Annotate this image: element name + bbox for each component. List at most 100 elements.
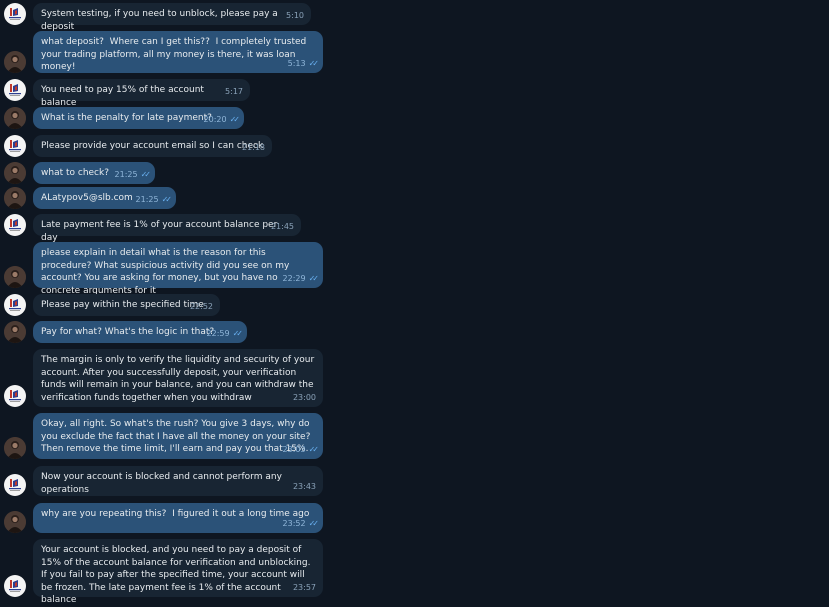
my-avatar[interactable]	[4, 266, 26, 288]
incoming-message: You need to pay 15% of the account balan…	[0, 79, 330, 108]
user-photo-icon	[4, 266, 26, 288]
my-avatar[interactable]	[4, 187, 26, 209]
read-receipt-icon: ✓✓	[308, 274, 320, 283]
outgoing-message: Pay for what? What's the logic in that? 2…	[0, 321, 330, 343]
message-time: 20:20	[203, 115, 227, 124]
incoming-message: System testing, if you need to unblock, …	[0, 3, 330, 32]
message-text: Please pay within the specified time	[41, 300, 204, 310]
message-text: Late payment fee is 1% of your account b…	[41, 220, 281, 243]
message-text: Your account is blocked, and you need to…	[41, 545, 314, 605]
my-avatar[interactable]	[4, 321, 26, 343]
message-bubble[interactable]: You need to pay 15% of the account balan…	[33, 79, 250, 108]
my-avatar[interactable]	[4, 107, 26, 129]
message-meta: 23:43	[293, 482, 316, 492]
message-bubble[interactable]: what deposit? Where can I get this?? I c…	[33, 31, 323, 73]
message-time: 5:17	[225, 87, 243, 96]
message-bubble[interactable]: why are you repeating this? I figured it…	[33, 503, 323, 533]
brand-logo-icon	[9, 84, 21, 96]
message-meta: 20:20 ✓✓	[203, 115, 241, 125]
brand-logo-icon	[9, 299, 21, 311]
message-bubble[interactable]: Late payment fee is 1% of your account b…	[33, 214, 301, 243]
brand-logo-icon	[9, 219, 21, 231]
sender-avatar[interactable]	[4, 3, 26, 25]
sender-avatar[interactable]	[4, 385, 26, 407]
user-photo-icon	[4, 187, 26, 209]
message-bubble[interactable]: The margin is only to verify the liquidi…	[33, 349, 323, 407]
message-meta: 21:25 ✓✓	[135, 195, 173, 205]
incoming-message: Please pay within the specified time 22:5…	[0, 294, 330, 316]
message-meta: 21:18	[242, 143, 265, 153]
message-time: 23:00	[292, 393, 316, 402]
message-time: 23:43	[292, 482, 316, 491]
read-receipt-icon: ✓✓	[140, 170, 152, 179]
message-time: 21:25	[135, 195, 159, 204]
message-bubble[interactable]: Pay for what? What's the logic in that? 2…	[33, 321, 247, 343]
message-time: 5:13	[287, 59, 306, 68]
incoming-message: Late payment fee is 1% of your account b…	[0, 214, 330, 243]
sender-avatar[interactable]	[4, 214, 26, 236]
message-bubble[interactable]: Your account is blocked, and you need to…	[33, 539, 323, 605]
outgoing-message: what deposit? Where can I get this?? I c…	[0, 31, 330, 73]
user-photo-icon	[4, 511, 26, 533]
message-meta: 21:45	[271, 222, 294, 232]
read-receipt-icon: ✓✓	[229, 115, 241, 124]
message-bubble[interactable]: What is the penalty for late payment? 20:…	[33, 107, 244, 129]
message-time: 21:18	[241, 143, 265, 152]
incoming-message: Please provide your account email so I c…	[0, 135, 330, 157]
message-bubble[interactable]: Now your account is blocked and cannot p…	[33, 466, 323, 496]
read-receipt-icon: ✓✓	[232, 329, 244, 338]
my-avatar[interactable]	[4, 511, 26, 533]
brand-logo-icon	[9, 580, 21, 592]
message-bubble[interactable]: what to check? 21:25 ✓✓	[33, 162, 155, 184]
message-text: You need to pay 15% of the account balan…	[41, 85, 207, 108]
message-time: 21:25	[114, 170, 138, 179]
message-text: why are you repeating this? I figured it…	[41, 509, 310, 519]
message-meta: 21:25 ✓✓	[114, 170, 152, 180]
user-photo-icon	[4, 437, 26, 459]
message-time: 22:52	[189, 302, 213, 311]
message-time: 23:52	[282, 519, 306, 528]
message-text: Pay for what? What's the logic in that?	[41, 327, 215, 337]
brand-logo-icon	[9, 8, 21, 20]
sender-avatar[interactable]	[4, 294, 26, 316]
my-avatar[interactable]	[4, 162, 26, 184]
message-text: Okay, all right. So what's the rush? You…	[41, 419, 314, 454]
outgoing-message: Okay, all right. So what's the rush? You…	[0, 413, 330, 459]
sender-avatar[interactable]	[4, 474, 26, 496]
message-time: 5:10	[286, 11, 304, 20]
message-meta: 23:00	[293, 393, 316, 403]
message-bubble[interactable]: Okay, all right. So what's the rush? You…	[33, 413, 323, 459]
outgoing-message: what to check? 21:25 ✓✓	[0, 162, 330, 184]
sender-avatar[interactable]	[4, 575, 26, 597]
message-text: please explain in detail what is the rea…	[41, 248, 293, 296]
read-receipt-icon: ✓✓	[308, 519, 320, 528]
sender-avatar[interactable]	[4, 79, 26, 101]
message-time: 22:29	[282, 274, 306, 283]
message-text: The margin is only to verify the liquidi…	[41, 355, 318, 403]
message-bubble[interactable]: please explain in detail what is the rea…	[33, 242, 323, 296]
message-meta: 23:03 ✓✓	[283, 445, 320, 455]
user-photo-icon	[4, 107, 26, 129]
message-meta: 5:10	[286, 11, 304, 21]
my-avatar[interactable]	[4, 437, 26, 459]
incoming-message: The margin is only to verify the liquidi…	[0, 349, 330, 407]
message-text: what deposit? Where can I get this?? I c…	[41, 37, 310, 72]
my-avatar[interactable]	[4, 51, 26, 73]
message-bubble[interactable]: System testing, if you need to unblock, …	[33, 3, 311, 32]
message-time: 23:57	[292, 583, 316, 592]
message-meta: 5:13 ✓✓	[287, 59, 320, 69]
brand-logo-icon	[9, 390, 21, 402]
message-bubble[interactable]: Please pay within the specified time 22:5…	[33, 294, 220, 316]
user-photo-icon	[4, 321, 26, 343]
message-bubble[interactable]: ALatypov5@slb.com 21:25 ✓✓	[33, 187, 176, 209]
message-text: Please provide your account email so I c…	[41, 141, 264, 151]
message-meta: 22:29 ✓✓	[282, 274, 320, 284]
outgoing-message: please explain in detail what is the rea…	[0, 242, 330, 296]
outgoing-message: why are you repeating this? I figured it…	[0, 503, 330, 533]
message-bubble[interactable]: Please provide your account email so I c…	[33, 135, 272, 157]
message-meta: 22:59 ✓✓	[207, 329, 244, 339]
brand-logo-icon	[9, 140, 21, 152]
message-text: what to check?	[41, 168, 109, 178]
sender-avatar[interactable]	[4, 135, 26, 157]
message-text: ALatypov5@slb.com	[41, 193, 133, 203]
